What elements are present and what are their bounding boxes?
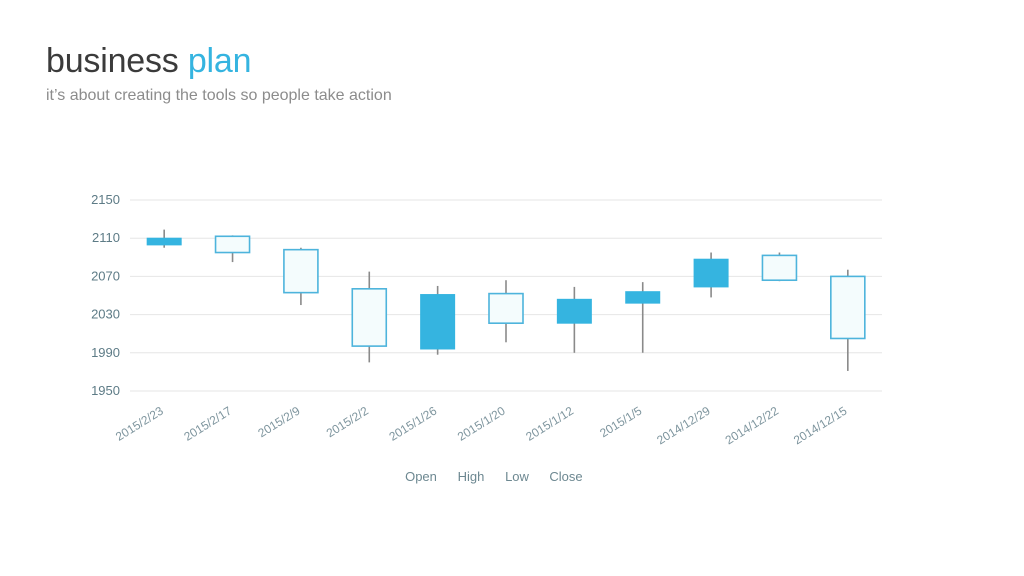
y-axis-tick-label: 1950	[91, 383, 120, 398]
x-axis-tick-label: 2015/2/23	[113, 404, 166, 444]
candle[interactable]	[488, 280, 524, 343]
candle[interactable]	[830, 269, 866, 371]
candle[interactable]	[351, 271, 388, 363]
chart-y-axis: 2150 2110 2070 2030 1990 1950	[91, 192, 120, 398]
chart-candle-series	[146, 229, 866, 371]
candle[interactable]	[761, 252, 798, 282]
x-axis-tick-label: 2015/1/20	[455, 404, 508, 444]
legend-item-close[interactable]: Close	[549, 469, 582, 484]
candle[interactable]	[420, 285, 456, 355]
x-axis-tick-label: 2015/2/2	[324, 404, 371, 441]
legend-item-low[interactable]: Low	[505, 469, 529, 484]
x-axis-tick-label: 2015/1/12	[523, 404, 576, 444]
candle[interactable]	[283, 247, 319, 306]
candle[interactable]	[146, 229, 182, 248]
x-axis-tick-label: 2014/12/22	[723, 404, 782, 448]
candle-body	[283, 248, 319, 294]
chart-legend: Open High Low Close	[405, 469, 583, 484]
x-axis-tick-label: 2015/2/17	[181, 404, 234, 444]
chart-canvas: 215021102070203019901950 2015/2/23 2015/2…	[91, 192, 882, 484]
candle-body	[830, 275, 866, 340]
x-axis-tick-label: 2015/2/9	[255, 404, 302, 441]
y-axis-tick-label: 2070	[91, 268, 120, 283]
candle[interactable]	[214, 235, 251, 263]
y-axis-tick-label: 2110	[92, 230, 120, 245]
candle-body	[761, 254, 798, 282]
y-axis-tick-label: 2030	[91, 307, 120, 322]
x-axis-tick-label: 2015/1/5	[597, 404, 644, 441]
x-axis-tick-label: 2015/1/26	[387, 404, 440, 444]
x-axis-tick-label: 2014/12/29	[654, 404, 713, 448]
chart-x-axis: 2015/2/23 2015/2/17 2015/2/9 2015/2/2 2015/1…	[113, 404, 850, 448]
candle-body	[420, 294, 456, 350]
candle-body	[556, 298, 592, 324]
candle-body	[146, 237, 182, 246]
candle-body	[693, 258, 729, 288]
candle-body	[625, 291, 661, 304]
candlestick-chart: 2150 2110 2070 2030 1990 1950 2015/2/23 2015/2…	[0, 0, 1024, 576]
candle[interactable]	[556, 286, 592, 353]
y-axis-tick-label: 2150	[91, 192, 120, 207]
candle-body	[488, 292, 524, 324]
candle[interactable]	[693, 252, 729, 298]
y-axis-tick-label: 1990	[91, 345, 120, 360]
legend-item-open[interactable]: Open	[405, 469, 437, 484]
x-axis-tick-label: 2014/12/15	[791, 404, 850, 448]
candle[interactable]	[625, 282, 661, 353]
candle-body	[214, 235, 251, 254]
candle-body	[351, 288, 388, 347]
legend-item-high[interactable]: High	[458, 469, 485, 484]
